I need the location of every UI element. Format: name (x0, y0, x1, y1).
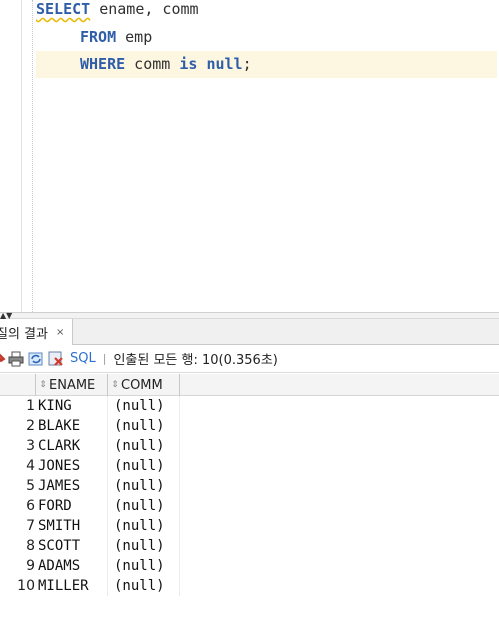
column-label: ENAME (49, 377, 96, 393)
table-row[interactable]: 5 JAMES (null) (0, 476, 180, 496)
row-number: 9 (26, 558, 35, 574)
row-number: 8 (26, 538, 35, 554)
table-row[interactable]: 1 KING (null) (0, 396, 180, 416)
row-number: 2 (26, 418, 35, 434)
results-toolbar: SQL | 인출된 모든 행: 10(0.356초) (0, 345, 499, 373)
code-text: emp (116, 28, 153, 46)
cancel-icon[interactable] (46, 349, 66, 369)
column-header-comm[interactable]: ⇕ COMM (108, 374, 180, 396)
cell-comm[interactable]: (null) (114, 556, 165, 576)
toolbar-separator: | (102, 352, 107, 365)
cell-ename[interactable]: ADAMS (38, 556, 80, 576)
table-row[interactable]: 2 BLAKE (null) (0, 416, 180, 436)
keyword-where: WHERE (80, 55, 126, 73)
row-number: 4 (26, 458, 35, 474)
cell-ename[interactable]: BLAKE (38, 416, 80, 436)
cell-ename[interactable]: JAMES (38, 476, 80, 496)
row-number: 7 (26, 518, 35, 534)
cell-comm[interactable]: (null) (114, 536, 165, 556)
tab-label: 질의 결과 (0, 326, 48, 342)
keyword-is: is (179, 55, 198, 73)
cell-ename[interactable]: SCOTT (38, 536, 80, 556)
cell-comm[interactable]: (null) (114, 476, 165, 496)
code-line-1[interactable]: SELECT ename, comm (36, 0, 199, 27)
code-line-3[interactable]: WHERE comm is null; (36, 51, 497, 78)
sql-editor[interactable]: SELECT ename, comm FROM emp WHERE comm i… (0, 0, 499, 312)
table-row[interactable]: 10 MILLER (null) (0, 576, 180, 596)
refresh-icon[interactable] (26, 349, 46, 369)
cell-ename[interactable]: FORD (38, 496, 72, 516)
row-number: 3 (26, 438, 35, 454)
panel-splitter[interactable]: ▲▼ (0, 312, 499, 320)
fetch-status: 인출된 모든 행: 10(0.356초) (113, 353, 278, 368)
row-number-header (0, 374, 36, 396)
cell-comm[interactable]: (null) (114, 396, 165, 416)
cell-ename[interactable]: MILLER (38, 576, 89, 596)
row-number: 1 (26, 398, 35, 414)
sql-link[interactable]: SQL (70, 351, 96, 366)
table-row[interactable]: 7 SMITH (null) (0, 516, 180, 536)
sort-icon: ⇕ (39, 380, 47, 390)
table-row[interactable]: 6 FORD (null) (0, 496, 180, 516)
cell-comm[interactable]: (null) (114, 416, 165, 436)
keyword-null: null (206, 55, 243, 73)
cell-ename[interactable]: CLARK (38, 436, 80, 456)
keyword-from: FROM (80, 28, 117, 46)
fold-guide (32, 0, 33, 312)
column-header-ename[interactable]: ⇕ ENAME (36, 374, 108, 396)
cell-comm[interactable]: (null) (114, 496, 165, 516)
row-number: 10 (17, 578, 35, 594)
cell-comm[interactable]: (null) (114, 576, 165, 596)
cell-comm[interactable]: (null) (114, 516, 165, 536)
code-text: ; (242, 55, 252, 73)
table-row[interactable]: 4 JONES (null) (0, 456, 180, 476)
close-icon[interactable]: × (56, 327, 64, 338)
editor-gutter (21, 0, 22, 312)
code-text: ename, comm (90, 0, 199, 18)
table-row[interactable]: 8 SCOTT (null) (0, 536, 180, 556)
column-label: COMM (121, 377, 163, 393)
results-tabstrip: 질의 결과 × (0, 319, 499, 345)
row-number: 6 (26, 498, 35, 514)
keyword-select: SELECT (36, 0, 91, 18)
cell-ename[interactable]: SMITH (38, 516, 80, 536)
cell-ename[interactable]: KING (38, 396, 72, 416)
row-number: 5 (26, 478, 35, 494)
cell-comm[interactable]: (null) (114, 436, 165, 456)
table-row[interactable]: 9 ADAMS (null) (0, 556, 180, 576)
tab-query-results[interactable]: 질의 결과 × (0, 319, 74, 345)
grid-header: ⇕ ENAME ⇕ COMM (0, 374, 499, 396)
code-text: comm (125, 55, 180, 73)
table-row[interactable]: 3 CLARK (null) (0, 436, 180, 456)
print-icon[interactable] (6, 349, 26, 369)
cell-comm[interactable]: (null) (114, 456, 165, 476)
sort-icon: ⇕ (111, 380, 119, 390)
cell-ename[interactable]: JONES (38, 456, 80, 476)
